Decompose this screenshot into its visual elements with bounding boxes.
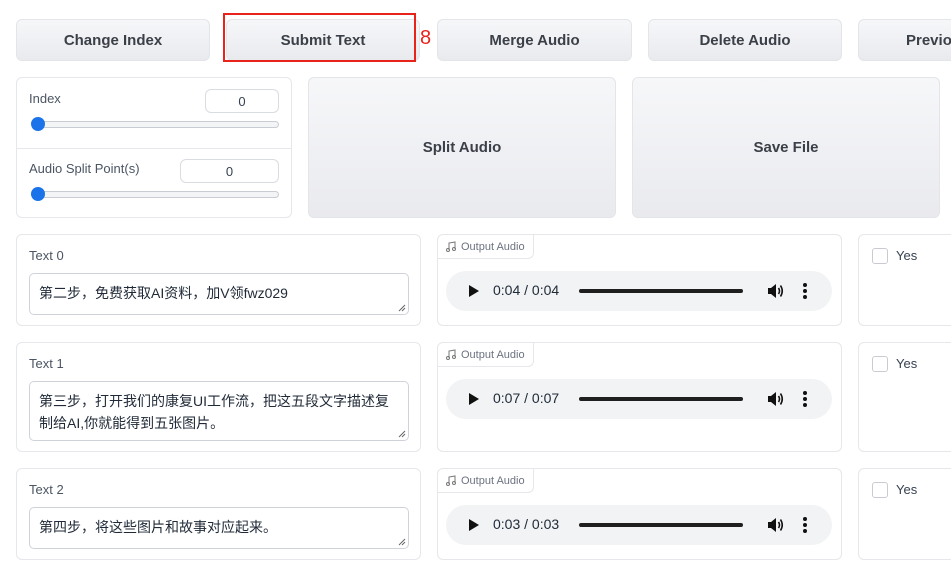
audio-panel-0: Output Audio 0:04 / 0:04 [437, 234, 842, 326]
audio-tag: Output Audio [438, 343, 534, 367]
slider-panel: Index 0 Audio Split Point(s) 0 [16, 77, 292, 218]
annotation-marker: 8 [420, 27, 432, 49]
audio-player-0: 0:04 / 0:04 [446, 271, 832, 311]
more-vertical-icon[interactable] [802, 390, 808, 408]
split-point-number-input[interactable]: 0 [180, 159, 279, 183]
checkbox-label: Yes [896, 356, 918, 371]
audio-player-1: 0:07 / 0:07 [446, 379, 832, 419]
play-icon[interactable] [469, 393, 479, 405]
volume-icon[interactable] [766, 390, 784, 408]
volume-icon[interactable] [766, 516, 784, 534]
audio-tag: Output Audio [438, 469, 534, 493]
index-label: Index [29, 91, 61, 106]
text-input-1[interactable]: 第三步，打开我们的康复UI工作流，把这五段文字描述复制给AI,你就能得到五张图片… [29, 381, 409, 441]
music-note-icon [446, 241, 456, 252]
audio-player-2: 0:03 / 0:03 [446, 505, 832, 545]
audio-time: 0:03 / 0:03 [493, 516, 560, 532]
index-slider-track[interactable] [32, 121, 279, 128]
more-vertical-icon[interactable] [802, 516, 808, 534]
checkbox-label: Yes [896, 482, 918, 497]
audio-progress-bar[interactable] [579, 289, 743, 293]
text-value: 第四步，将这些图片和故事对应起来。 [39, 519, 277, 535]
split-point-label: Audio Split Point(s) [29, 161, 140, 176]
checkbox-panel-2: Yes [858, 468, 951, 560]
index-slider-thumb[interactable] [31, 117, 45, 131]
checkbox-label: Yes [896, 248, 918, 263]
text-input-2[interactable]: 第四步，将这些图片和故事对应起来。 [29, 507, 409, 549]
split-audio-button[interactable]: Split Audio [308, 77, 616, 218]
audio-panel-1: Output Audio 0:07 / 0:07 [437, 342, 842, 452]
split-point-slider-track[interactable] [32, 191, 279, 198]
text-value: 第二步，免费获取AI资料，加V领fwz029 [39, 285, 288, 301]
checkbox-panel-1: Yes [858, 342, 951, 452]
text-label: Text 0 [29, 248, 64, 263]
text-value: 第三步，打开我们的康复UI工作流，把这五段文字描述复制给AI,你就能得到五张图片… [39, 393, 389, 431]
play-icon[interactable] [469, 519, 479, 531]
audio-panel-2: Output Audio 0:03 / 0:03 [437, 468, 842, 560]
text-label: Text 1 [29, 356, 64, 371]
play-icon[interactable] [469, 285, 479, 297]
audio-label: Output Audio [461, 348, 525, 361]
text-panel-1: Text 1 第三步，打开我们的康复UI工作流，把这五段文字描述复制给AI,你就… [16, 342, 421, 452]
annotation-highlight-box [223, 13, 416, 62]
text-label: Text 2 [29, 482, 64, 497]
resize-grip-icon[interactable] [398, 430, 406, 438]
text-panel-0: Text 0 第二步，免费获取AI资料，加V领fwz029 [16, 234, 421, 326]
audio-tag: Output Audio [438, 235, 534, 259]
audio-progress-bar[interactable] [579, 397, 743, 401]
audio-label: Output Audio [461, 240, 525, 253]
panel-divider [17, 148, 291, 149]
resize-grip-icon[interactable] [398, 304, 406, 312]
merge-audio-button[interactable]: Merge Audio [437, 19, 632, 61]
yes-checkbox-0[interactable] [872, 248, 888, 264]
previous-button[interactable]: Previo [858, 19, 951, 61]
volume-icon[interactable] [766, 282, 784, 300]
change-index-button[interactable]: Change Index [16, 19, 210, 61]
audio-progress-bar[interactable] [579, 523, 743, 527]
text-panel-2: Text 2 第四步，将这些图片和故事对应起来。 [16, 468, 421, 560]
save-file-button[interactable]: Save File [632, 77, 940, 218]
music-note-icon [446, 349, 456, 360]
music-note-icon [446, 475, 456, 486]
text-input-0[interactable]: 第二步，免费获取AI资料，加V领fwz029 [29, 273, 409, 315]
split-point-slider-thumb[interactable] [31, 187, 45, 201]
index-number-input[interactable]: 0 [205, 89, 279, 113]
delete-audio-button[interactable]: Delete Audio [648, 19, 842, 61]
audio-time: 0:07 / 0:07 [493, 390, 560, 406]
checkbox-panel-0: Yes [858, 234, 951, 326]
yes-checkbox-1[interactable] [872, 356, 888, 372]
yes-checkbox-2[interactable] [872, 482, 888, 498]
audio-time: 0:04 / 0:04 [493, 282, 560, 298]
audio-label: Output Audio [461, 474, 525, 487]
resize-grip-icon[interactable] [398, 538, 406, 546]
more-vertical-icon[interactable] [802, 282, 808, 300]
